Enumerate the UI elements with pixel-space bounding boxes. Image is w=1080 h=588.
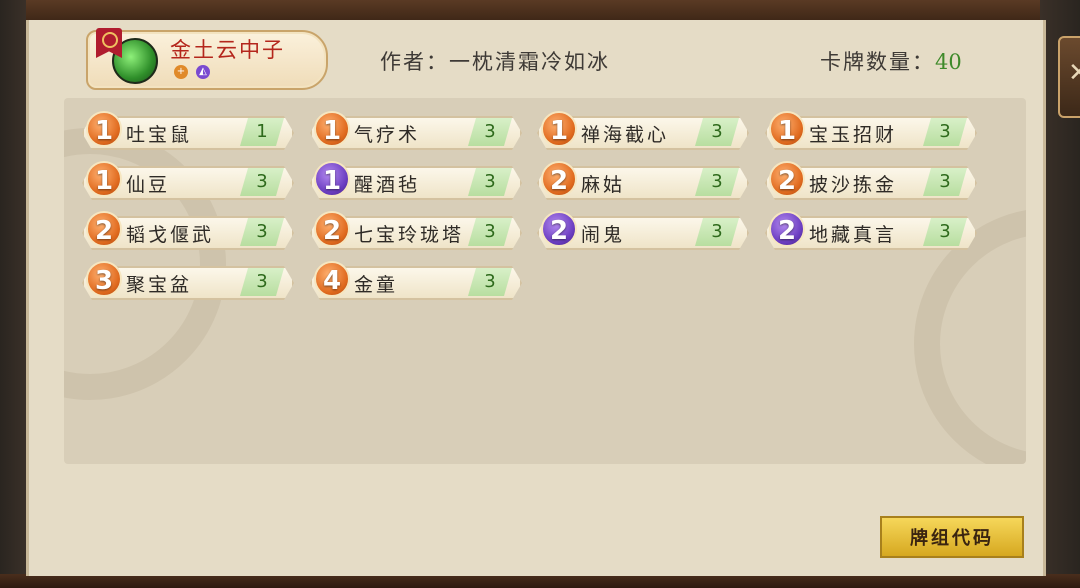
hero-tag-mountain-icon: ◭ — [196, 65, 210, 79]
card-name: 闹鬼 — [581, 224, 626, 246]
card-name: 披沙拣金 — [809, 174, 898, 196]
card-cost-badge: 1 — [314, 161, 350, 197]
card-name: 吐宝鼠 — [126, 124, 193, 146]
card-entry[interactable]: 3 聚宝盆 3 — [80, 261, 292, 300]
card-cost-badge: 3 — [86, 261, 122, 297]
card-name: 聚宝盆 — [126, 274, 193, 296]
card-name: 仙豆 — [126, 174, 171, 196]
card-cost-badge: 4 — [314, 261, 350, 297]
card-name: 禅海截心 — [581, 124, 670, 146]
deck-code-button[interactable]: 牌组代码 — [880, 516, 1024, 558]
hero-name: 金土云中子 — [170, 38, 285, 62]
card-name: 地藏真言 — [809, 224, 898, 246]
close-icon: ✕ — [1068, 58, 1080, 88]
card-cost-badge: 1 — [541, 111, 577, 147]
card-cost-badge: 2 — [769, 161, 805, 197]
card-cost-badge: 1 — [86, 111, 122, 147]
card-entry[interactable]: 2 地藏真言 3 — [763, 211, 975, 250]
card-count-value: 40 — [935, 50, 962, 74]
card-name: 七宝玲珑塔 — [354, 224, 465, 246]
card-entry[interactable]: 2 七宝玲珑塔 3 — [308, 211, 520, 250]
left-frame — [0, 0, 26, 588]
card-cost-badge: 1 — [314, 111, 350, 147]
hero-tag-plus-icon: + — [174, 65, 188, 79]
card-cost-badge: 2 — [541, 161, 577, 197]
close-button[interactable]: ✕ — [1058, 36, 1080, 118]
card-name: 宝玉招财 — [809, 124, 898, 146]
card-cost-badge: 1 — [769, 111, 805, 147]
card-entry[interactable]: 1 醒酒毡 3 — [308, 161, 520, 200]
card-name: 金童 — [354, 274, 399, 296]
link-icon — [102, 32, 118, 48]
card-cost-badge: 2 — [769, 211, 805, 247]
card-name: 韬戈偃武 — [126, 224, 215, 246]
card-cost-badge: 2 — [314, 211, 350, 247]
card-entry[interactable]: 4 金童 3 — [308, 261, 520, 300]
card-entry[interactable]: 1 气疗术 3 — [308, 111, 520, 150]
card-cost-badge: 2 — [86, 211, 122, 247]
card-entry[interactable]: 1 宝玉招财 3 — [763, 111, 975, 150]
card-entry[interactable]: 1 仙豆 3 — [80, 161, 292, 200]
card-count: 卡牌数量：40 — [820, 46, 962, 76]
card-name: 麻姑 — [581, 174, 626, 196]
card-entry[interactable]: 2 闹鬼 3 — [535, 211, 747, 250]
card-count-label: 卡牌数量： — [820, 50, 935, 74]
card-entry[interactable]: 2 披沙拣金 3 — [763, 161, 975, 200]
card-entry[interactable]: 1 吐宝鼠 1 — [80, 111, 292, 150]
author-text: 作者：一枕清霜冷如冰 — [380, 50, 610, 74]
card-entry[interactable]: 2 韬戈偃武 3 — [80, 211, 292, 250]
card-cost-badge: 1 — [86, 161, 122, 197]
bottom-frame — [0, 574, 1080, 588]
card-entry[interactable]: 1 禅海截心 3 — [535, 111, 747, 150]
card-name: 醒酒毡 — [354, 174, 421, 196]
card-cost-badge: 2 — [541, 211, 577, 247]
card-entry[interactable]: 2 麻姑 3 — [535, 161, 747, 200]
card-name: 气疗术 — [354, 124, 421, 146]
